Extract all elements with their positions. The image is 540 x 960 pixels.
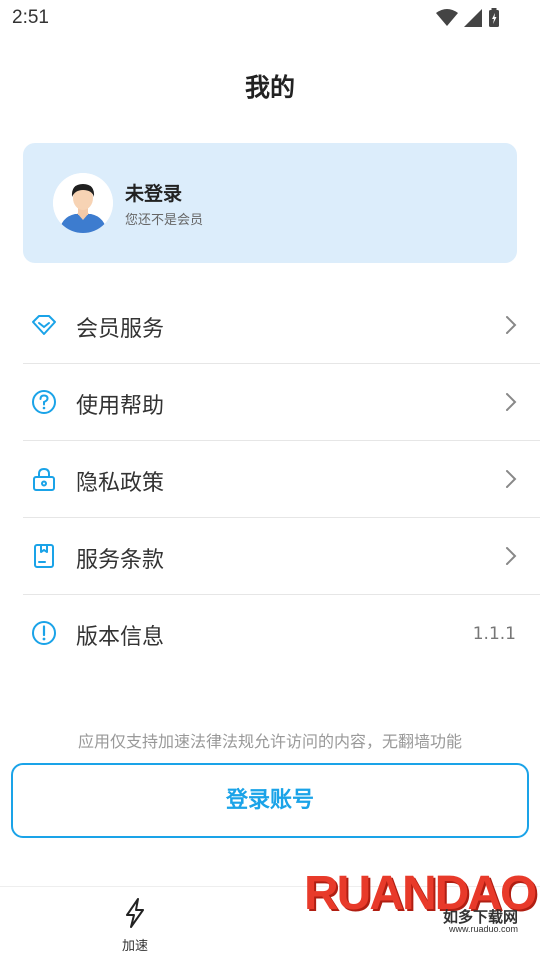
chevron-right-icon: [506, 470, 517, 488]
menu-item-membership[interactable]: 会员服务: [23, 287, 540, 364]
lightning-icon: [126, 898, 144, 928]
profile-subtitle: 您还不是会员: [125, 213, 204, 228]
battery-icon: [489, 8, 499, 27]
document-icon: [34, 544, 54, 568]
lock-icon: [33, 467, 55, 491]
menu-item-version[interactable]: 版本信息 1.1.1: [23, 595, 540, 672]
chevron-right-icon: [506, 393, 517, 411]
diamond-icon: [32, 315, 56, 335]
settings-menu: 会员服务 使用帮助 隐私政策 服务条款 版本信息 1.1.1: [23, 287, 540, 672]
page-title: 我的: [244, 73, 295, 102]
menu-item-privacy[interactable]: 隐私政策: [23, 441, 540, 518]
user-avatar-icon: [53, 173, 113, 233]
profile-card[interactable]: 未登录 您还不是会员: [23, 143, 517, 263]
avatar[interactable]: [53, 173, 113, 233]
menu-item-terms[interactable]: 服务条款: [23, 518, 540, 595]
login-button[interactable]: 登录账号: [11, 763, 529, 838]
version-value: 1.1.1: [472, 624, 516, 644]
status-bar: 2:51: [0, 0, 540, 36]
cell-signal-icon: [464, 9, 482, 27]
menu-label: 使用帮助: [76, 394, 165, 419]
menu-label: 隐私政策: [76, 471, 165, 496]
wifi-icon: [436, 9, 458, 26]
menu-item-help[interactable]: 使用帮助: [23, 364, 540, 441]
menu-label: 版本信息: [76, 625, 165, 650]
watermark-url: www.ruaduo.com: [448, 924, 518, 934]
disclaimer-notice: 应用仅支持加速法律法规允许访问的内容，无翻墙功能: [77, 732, 462, 751]
status-time: 2:51: [12, 7, 49, 28]
chevron-right-icon: [506, 316, 517, 334]
help-circle-icon: [32, 390, 56, 414]
menu-label: 服务条款: [76, 548, 165, 573]
watermark-logo: RUANDAO 如多下载网 www.ruaduo.com: [300, 866, 537, 950]
info-icon: [32, 621, 56, 645]
chevron-right-icon: [506, 547, 517, 565]
nav-label: 加速: [121, 939, 148, 954]
menu-label: 会员服务: [76, 317, 165, 342]
profile-name: 未登录: [125, 183, 183, 205]
nav-item-accelerate[interactable]: 加速: [105, 897, 165, 954]
status-icons: [436, 8, 500, 28]
